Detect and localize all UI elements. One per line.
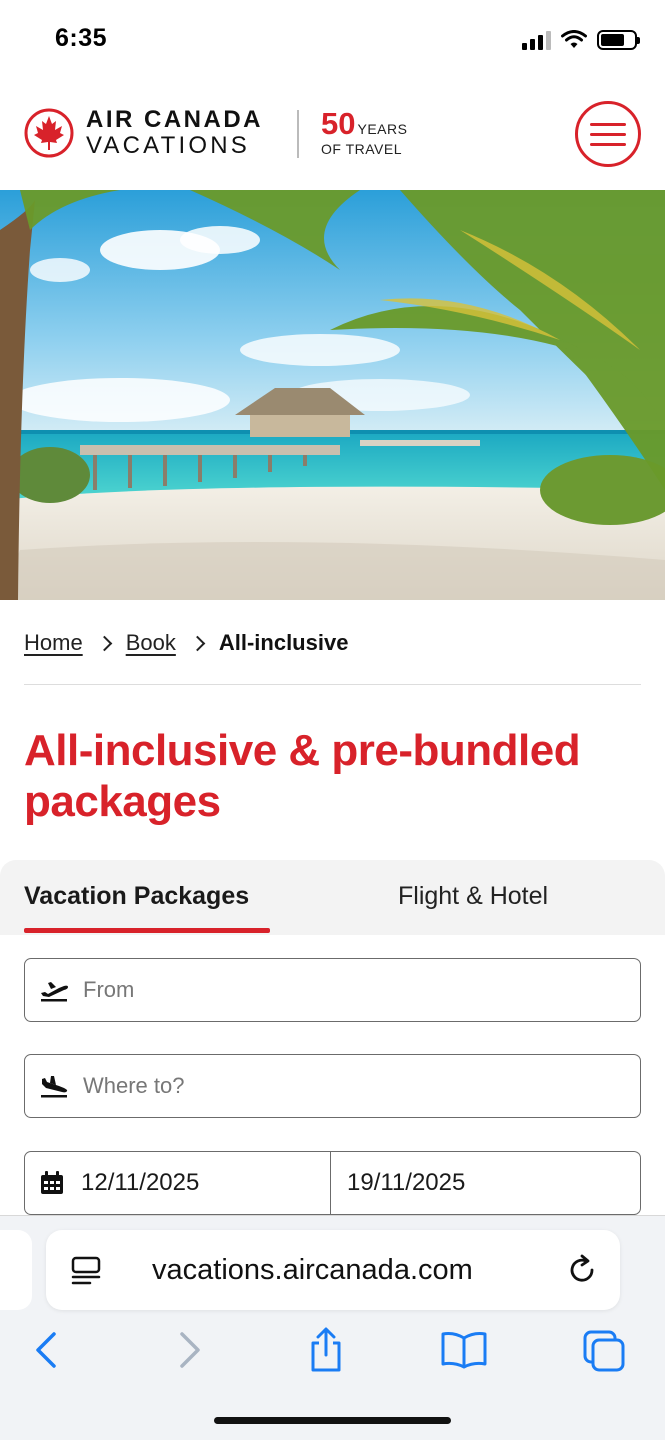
page-menu-icon[interactable] (70, 1256, 102, 1286)
back-icon (36, 1332, 56, 1368)
breadcrumb-home-link[interactable]: Home (24, 630, 83, 656)
back-button[interactable] (20, 1326, 72, 1374)
share-icon (311, 1327, 341, 1372)
start-date-value: 12/11/2025 (81, 1169, 200, 1196)
status-bar: 6:35 (0, 0, 665, 80)
cellular-signal-icon (522, 30, 551, 50)
booking-tabs: Vacation Packages Flight & Hotel (0, 860, 665, 935)
anniversary-years: YEARS (357, 121, 408, 137)
plane-landing-icon (41, 1076, 68, 1098)
page-title: All-inclusive & pre-bundled packages (24, 726, 581, 826)
brand-divider (297, 110, 299, 158)
status-time: 6:35 (55, 24, 108, 52)
reload-icon[interactable] (564, 1252, 600, 1288)
previous-tab-preview[interactable] (0, 1230, 32, 1310)
hamburger-icon (590, 122, 626, 126)
tabs-button[interactable] (578, 1326, 630, 1374)
tab-vacation-packages[interactable]: Vacation Packages (24, 882, 249, 911)
breadcrumb-current: All-inclusive (218, 630, 349, 655)
anniversary-number: 50 (321, 106, 356, 141)
plane-takeoff-icon (41, 982, 68, 1002)
active-tab-indicator (24, 928, 270, 933)
chevron-right-icon (189, 635, 206, 651)
share-button[interactable] (300, 1326, 352, 1374)
maple-leaf-logo-icon[interactable] (24, 108, 74, 158)
tabs-icon (583, 1330, 625, 1372)
brand-wordmark[interactable]: AIR CANADA VACATIONS (86, 108, 263, 158)
end-date-value: 19/11/2025 (347, 1169, 466, 1196)
chevron-right-icon (96, 635, 112, 651)
anniversary-travel: OF TRAVEL (321, 141, 403, 157)
browser-toolbar: vacations.aircanada.com (0, 1215, 665, 1440)
beach-pier-illustration (0, 190, 665, 600)
date-range-field[interactable]: 12/11/2025 19/11/2025 (24, 1151, 641, 1215)
start-date-field[interactable]: 12/11/2025 (25, 1152, 331, 1214)
brand-line1: AIR CANADA (86, 106, 263, 133)
calendar-icon (41, 1171, 63, 1194)
end-date-field[interactable]: 19/11/2025 (331, 1152, 640, 1214)
forward-button[interactable] (164, 1326, 216, 1374)
breadcrumb-divider (24, 684, 641, 685)
url-text: vacations.aircanada.com (152, 1254, 473, 1286)
hamburger-menu-button[interactable] (575, 101, 641, 167)
wifi-icon (561, 30, 587, 48)
site-header: AIR CANADA VACATIONS 50 YEARS OF TRAVEL (0, 80, 665, 190)
breadcrumb-book-link[interactable]: Book (126, 630, 176, 656)
from-input[interactable] (83, 977, 583, 1003)
hero-image (0, 190, 665, 600)
forward-icon (180, 1332, 200, 1368)
breadcrumb: Home Book All-inclusive (24, 630, 348, 656)
status-icons (522, 28, 640, 52)
destination-input[interactable] (83, 1073, 583, 1099)
home-indicator[interactable] (214, 1417, 451, 1424)
from-field[interactable] (24, 958, 641, 1022)
bookmarks-button[interactable] (438, 1326, 490, 1374)
battery-icon (597, 30, 640, 50)
tab-flight-hotel[interactable]: Flight & Hotel (398, 882, 548, 911)
brand-line2: VACATIONS (86, 132, 250, 159)
anniversary-badge: 50 YEARS OF TRAVEL (321, 108, 407, 156)
destination-field[interactable] (24, 1054, 641, 1118)
bookmarks-icon (441, 1332, 487, 1369)
address-bar[interactable]: vacations.aircanada.com (46, 1230, 620, 1310)
